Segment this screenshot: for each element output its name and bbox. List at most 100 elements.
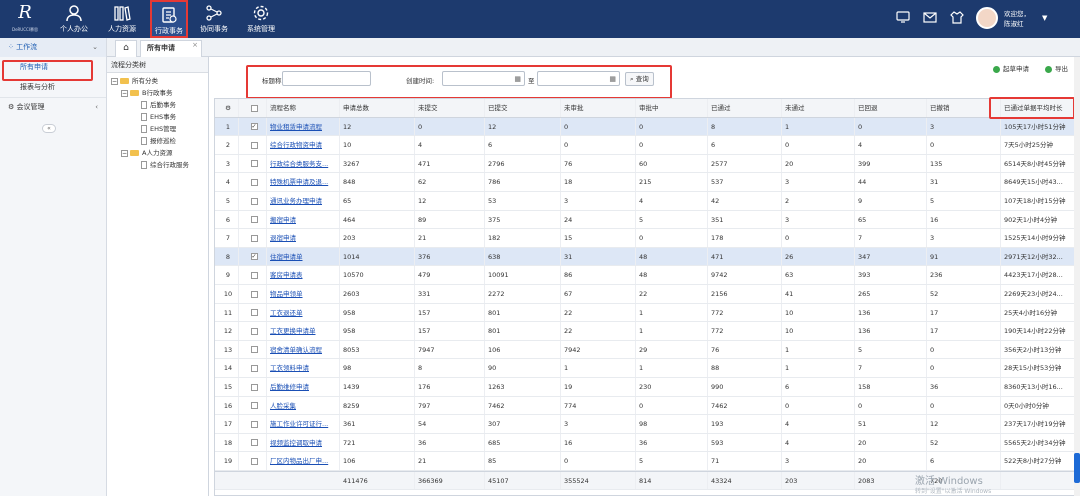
scrollbar-thumb[interactable] xyxy=(1074,453,1080,483)
settings-icon[interactable]: ⚙ xyxy=(215,99,239,117)
nav-collaboration[interactable]: 协同事务 xyxy=(196,0,232,38)
tree-node-leaf[interactable]: EHS管理 xyxy=(107,123,208,135)
row-checkbox[interactable] xyxy=(239,396,267,415)
column-header[interactable]: 已通过 xyxy=(708,99,782,117)
process-name-link[interactable]: 工衣领料申请 xyxy=(267,359,340,377)
row-checkbox[interactable] xyxy=(239,154,267,173)
row-checkbox[interactable] xyxy=(239,452,267,470)
process-name-link[interactable]: 宿舍清单确认流程 xyxy=(267,340,340,359)
checkbox[interactable] xyxy=(250,309,258,317)
row-checkbox[interactable]: ✓ xyxy=(239,117,267,136)
row-checkbox[interactable] xyxy=(239,340,267,359)
start-date-input[interactable]: ▦ xyxy=(442,71,525,86)
process-name-link[interactable]: 人脸采集 xyxy=(267,396,340,415)
checkbox[interactable] xyxy=(250,160,258,168)
process-name-link[interactable]: 后勤维修申请 xyxy=(267,378,340,396)
table-row[interactable]: 18 视频监控调取申请 721 36 685 16 36 593 4 20 52 5565天2小时34… xyxy=(215,433,1075,453)
checkbox[interactable] xyxy=(250,402,258,410)
collapse-icon[interactable]: − xyxy=(111,77,118,85)
checkbox[interactable] xyxy=(250,346,258,354)
end-date-input[interactable]: ▦ xyxy=(537,71,620,86)
checkbox[interactable] xyxy=(250,420,258,428)
tab-all-requests[interactable]: 所有申请 × xyxy=(140,40,202,57)
collapse-icon[interactable]: − xyxy=(121,149,128,157)
calendar-icon[interactable]: ▦ xyxy=(609,73,616,86)
select-all-checkbox[interactable] xyxy=(239,99,267,117)
sidebar-item-reports[interactable]: 报表与分析 xyxy=(0,77,106,97)
process-name-link[interactable]: 住宿申请单 xyxy=(267,247,340,266)
table-row[interactable]: 12 工衣更换申请单 958 157 801 22 1 772 10 136 17 190天14小时2… xyxy=(215,322,1075,341)
process-name-link[interactable]: 施工作业许可证行... xyxy=(267,415,340,433)
process-name-link[interactable]: 搬宿申请 xyxy=(267,210,340,229)
checkbox[interactable]: ✓ xyxy=(250,123,258,131)
process-name-link[interactable]: 视频监控调取申请 xyxy=(267,433,340,452)
column-header[interactable]: 已回退 xyxy=(855,99,927,117)
column-header[interactable]: 审批中 xyxy=(636,99,708,117)
row-checkbox[interactable] xyxy=(239,415,267,433)
process-name-link[interactable]: 工衣更换申请单 xyxy=(267,322,340,340)
user-menu[interactable]: 欢迎您， 陈淑红 ▼ xyxy=(972,4,1052,34)
table-row[interactable]: 5 通讯业务办理申请 65 12 53 3 4 42 2 9 5 107天18小时15分钟 xyxy=(215,192,1075,211)
table-row[interactable]: 15 后勤维修申请 1439 176 1263 19 230 990 6 158 36 8360天13… xyxy=(215,378,1075,397)
row-checkbox[interactable] xyxy=(239,359,267,377)
checkbox[interactable] xyxy=(250,457,258,465)
checkbox[interactable] xyxy=(250,327,258,335)
row-checkbox[interactable] xyxy=(239,303,267,322)
table-row[interactable]: 13 宿舍清单确认流程 8053 7947 106 7942 29 76 1 5 0 356天2小时1… xyxy=(215,340,1075,360)
table-row[interactable]: 3 行政综合类服务支... 3267 471 2796 76 60 2577 20 399 135 6… xyxy=(215,154,1075,174)
sidebar-section-workflow[interactable]: ⁘ 工作流 ⌄ xyxy=(0,38,106,57)
process-name-link[interactable]: 物业租赁申请流程 xyxy=(267,117,340,136)
row-checkbox[interactable] xyxy=(239,210,267,229)
start-request-button[interactable]: 起草申请 xyxy=(993,63,1029,73)
process-name-link[interactable]: 物品申领单 xyxy=(267,285,340,303)
table-row[interactable]: 1 ✓ 物业租赁申请流程 12 0 12 0 0 8 1 0 3 105天17小时51分钟 xyxy=(215,117,1075,137)
checkbox[interactable] xyxy=(250,271,258,279)
nav-administrative-affairs[interactable]: 行政事务 xyxy=(150,0,188,38)
row-checkbox[interactable] xyxy=(239,192,267,210)
nav-personal-office[interactable]: 个人办公 xyxy=(56,0,92,38)
table-row[interactable]: 4 特殊机票申请及退... 848 62 786 18 215 537 3 44 31 8649天15… xyxy=(215,173,1075,192)
monitor-icon[interactable] xyxy=(896,10,910,24)
home-tab[interactable]: ⌂ xyxy=(115,40,137,57)
column-header[interactable]: 申请总数 xyxy=(340,99,415,117)
checkbox[interactable] xyxy=(250,290,258,298)
row-checkbox[interactable] xyxy=(239,266,267,284)
sidebar-section-meetings[interactable]: ⚙ 会议管理 ‹ xyxy=(0,97,106,116)
row-checkbox[interactable] xyxy=(239,433,267,452)
process-name-link[interactable]: 行政综合类服务支... xyxy=(267,154,340,173)
table-row[interactable]: 8 ✓ 住宿申请单 1014 376 638 31 48 471 26 347 91 2971天12小时… xyxy=(215,247,1075,267)
tree-node-leaf[interactable]: EHS事务 xyxy=(107,111,208,123)
column-header[interactable]: 未通过 xyxy=(782,99,855,117)
table-row[interactable]: 2 综合行政物资申请 10 4 6 0 0 6 0 4 0 7天5小时25分钟 xyxy=(215,136,1075,155)
row-checkbox[interactable] xyxy=(239,285,267,303)
row-checkbox[interactable] xyxy=(239,322,267,340)
query-button[interactable]: ⌕ 查询 xyxy=(625,72,654,86)
column-header[interactable]: 已通过单据平均时长 xyxy=(1001,99,1075,117)
row-checkbox[interactable] xyxy=(239,173,267,191)
process-name-link[interactable]: 通讯业务办理申请 xyxy=(267,192,340,210)
row-checkbox[interactable]: ✓ xyxy=(239,247,267,266)
export-button[interactable]: 导出 xyxy=(1045,63,1068,73)
collapse-sidebar-button[interactable]: « xyxy=(42,124,56,133)
column-header[interactable]: 流程名称 xyxy=(267,99,340,117)
column-header[interactable]: 已提交 xyxy=(485,99,561,117)
checkbox[interactable] xyxy=(250,178,258,186)
checkbox[interactable] xyxy=(250,141,258,149)
table-row[interactable]: 14 工衣领料申请 98 8 90 1 1 88 1 7 0 28天15小时53分钟 xyxy=(215,359,1075,378)
checkbox[interactable] xyxy=(250,234,258,242)
table-row[interactable]: 19 厂区内物品出厂申... 106 21 85 0 5 71 3 20 6 522天8小时27分钟 xyxy=(215,452,1075,471)
tree-node-leaf[interactable]: 报修巡检 xyxy=(107,135,208,147)
process-name-link[interactable]: 综合行政物资申请 xyxy=(267,136,340,154)
table-row[interactable]: 17 施工作业许可证行... 361 54 307 3 98 193 4 51 12 237天17小时… xyxy=(215,415,1075,434)
checkbox[interactable] xyxy=(250,383,258,391)
mail-icon[interactable] xyxy=(923,10,937,24)
process-name-link[interactable]: 特殊机票申请及退... xyxy=(267,173,340,191)
process-name-link[interactable]: 客房申请表 xyxy=(267,266,340,284)
row-checkbox[interactable] xyxy=(239,378,267,396)
nav-system-management[interactable]: 系统管理 xyxy=(243,0,279,38)
column-header[interactable]: 未审批 xyxy=(561,99,636,117)
table-row[interactable]: 10 物品申领单 2603 331 2272 67 22 2156 41 265 52 2269天23… xyxy=(215,285,1075,304)
tree-node-leaf[interactable]: 综合行政服务 xyxy=(107,159,208,171)
process-name-link[interactable]: 退宿申请 xyxy=(267,229,340,247)
sidebar-item-all-requests[interactable]: 所有申请 xyxy=(0,57,106,77)
